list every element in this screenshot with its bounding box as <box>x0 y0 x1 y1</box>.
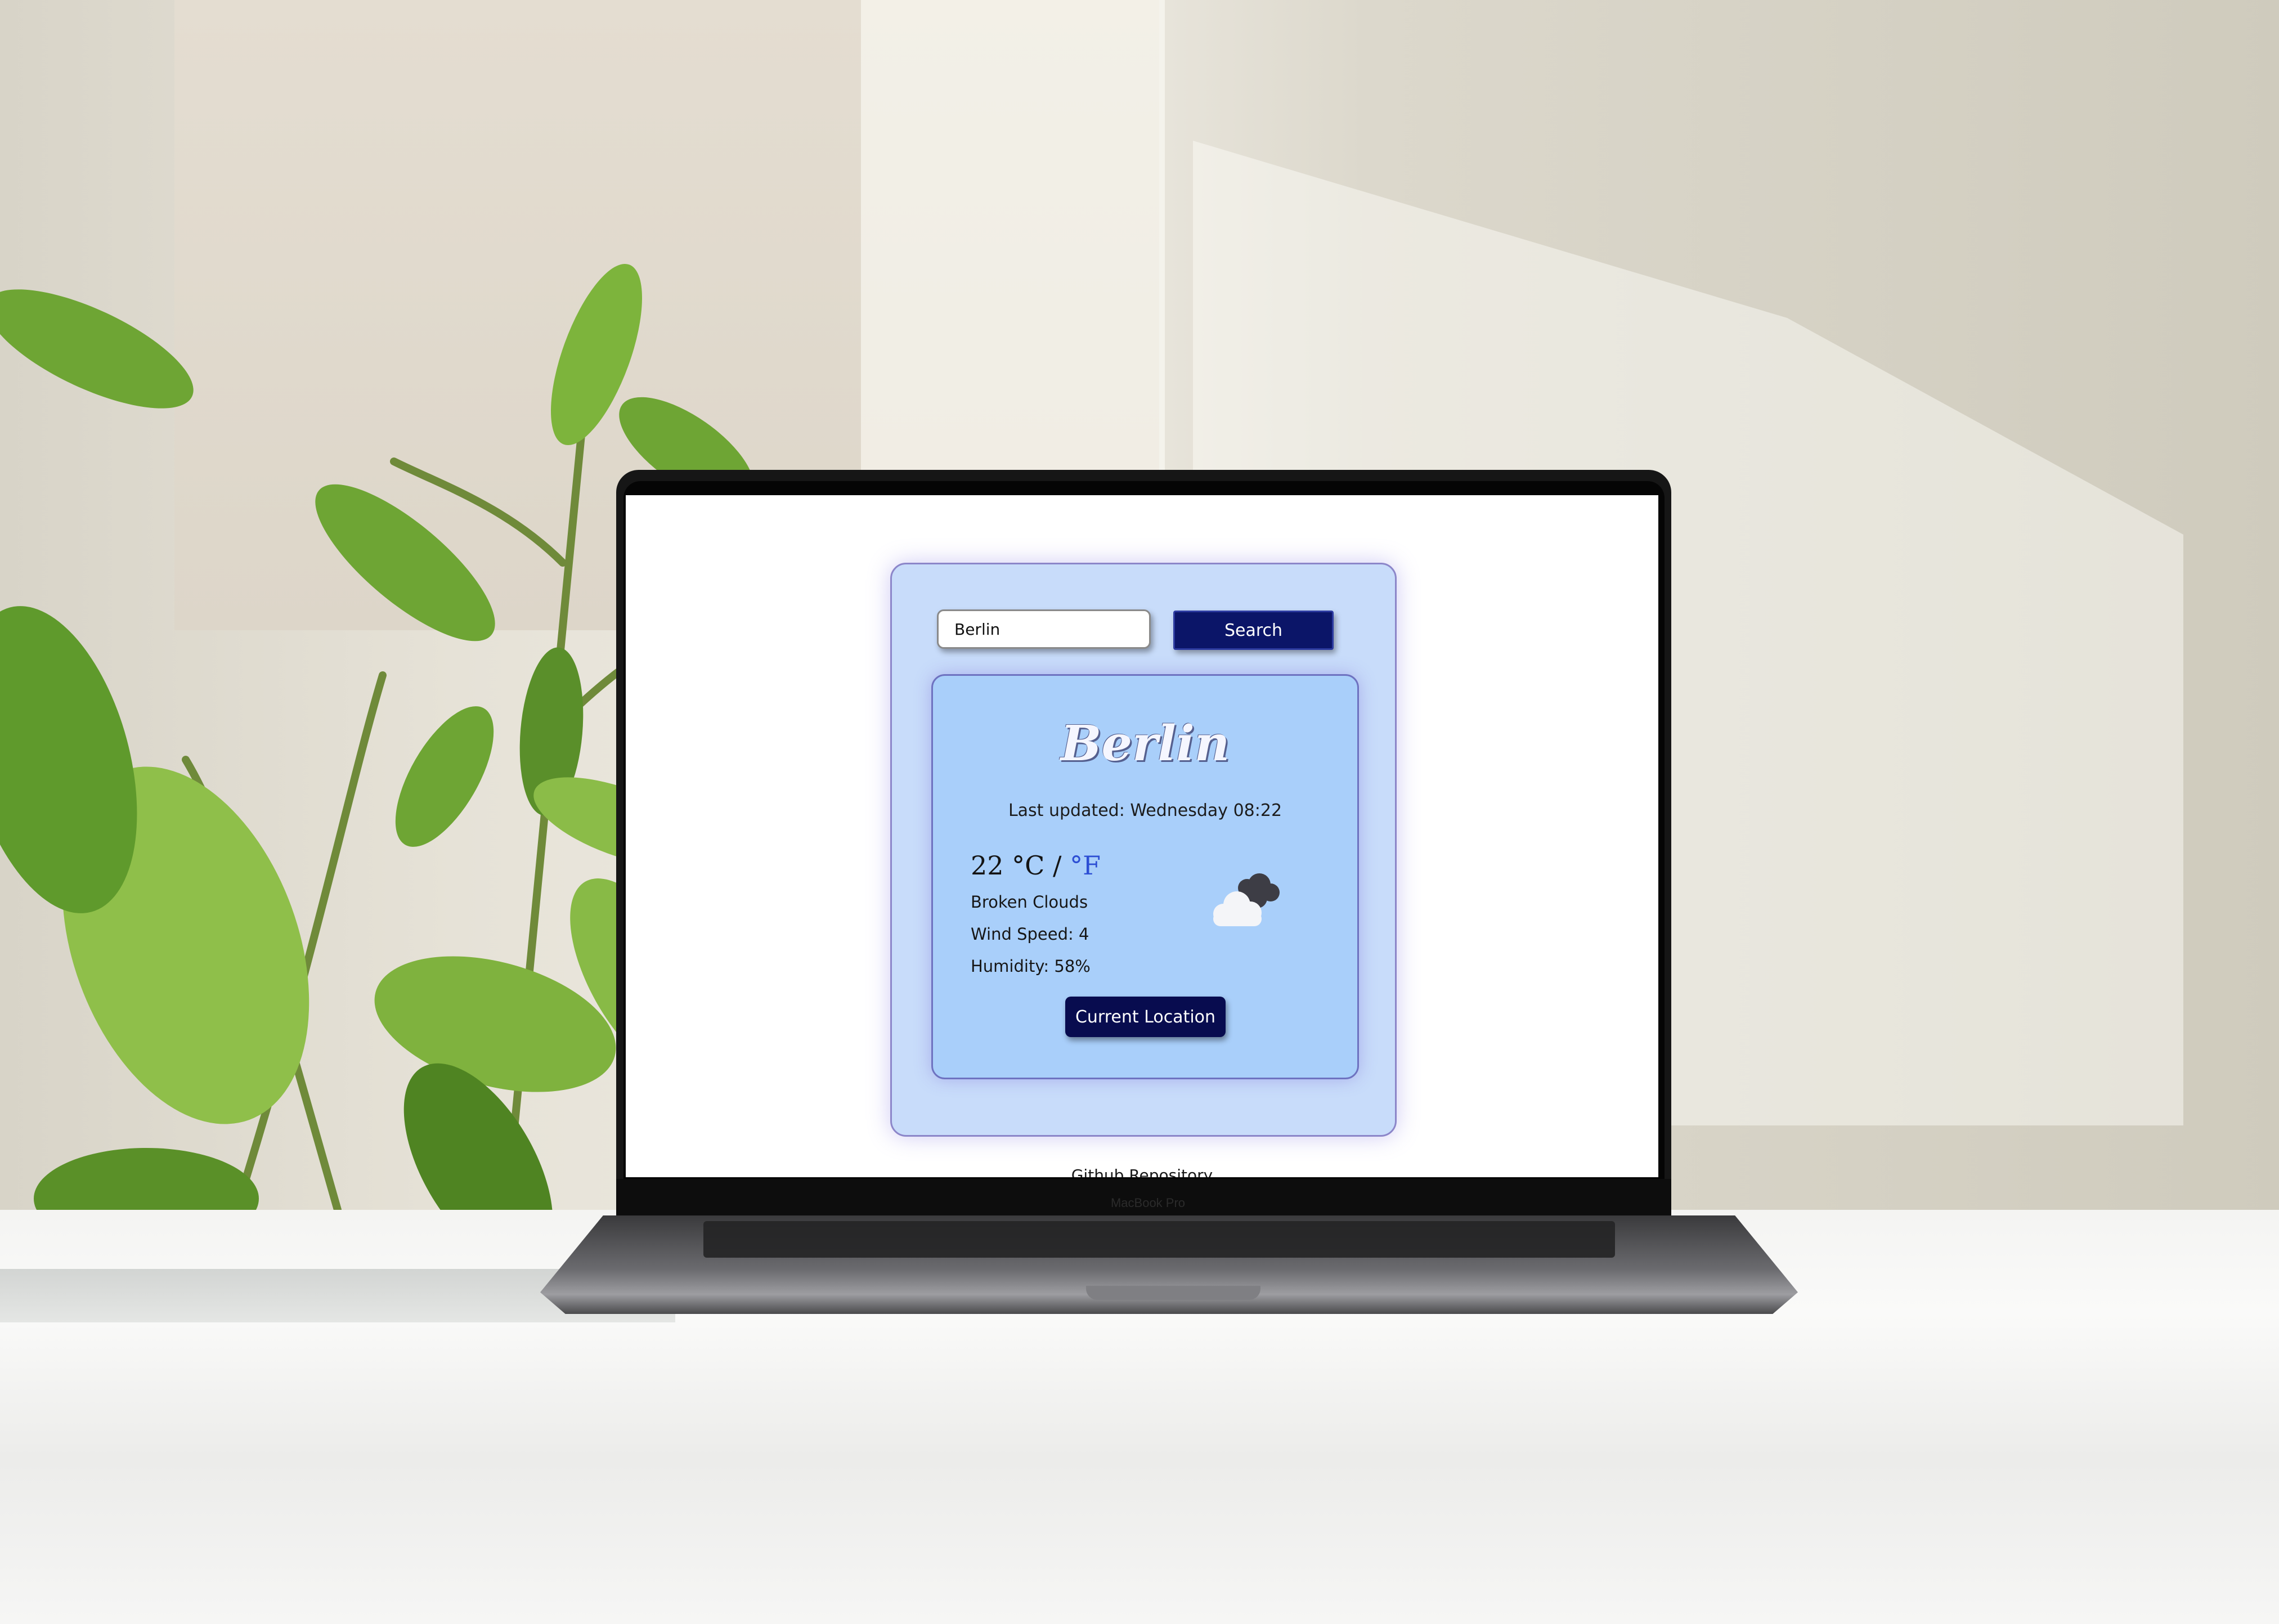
current-location-button[interactable]: Current Location <box>1065 997 1226 1037</box>
laptop-keyboard <box>703 1221 1615 1258</box>
city-search-input[interactable] <box>937 609 1151 649</box>
search-button[interactable]: Search <box>1173 611 1334 650</box>
laptop-brand-label: MacBook Pro <box>1110 1196 1186 1210</box>
fahrenheit-link[interactable]: °F <box>1070 850 1101 881</box>
temperature-value: 22 <box>971 850 1004 881</box>
celsius-unit[interactable]: °C <box>1012 850 1044 881</box>
city-name: Berlin <box>1060 715 1230 772</box>
laptop-notch <box>1086 1286 1260 1300</box>
humidity: Humidity: 58% <box>971 957 1091 976</box>
broken-clouds-icon <box>1213 873 1280 926</box>
temperature-row: 22 °C / °F <box>971 850 1101 881</box>
weather-app-card: Search Berlin Last updated: Wednesday 08… <box>890 563 1397 1137</box>
weather-description: Broken Clouds <box>971 892 1088 912</box>
unit-separator: / <box>1053 850 1062 881</box>
last-updated-text: Last updated: Wednesday 08:22 <box>1008 801 1282 820</box>
github-repository-link[interactable]: Github Repository <box>626 1166 1658 1177</box>
laptop-screen: Search Berlin Last updated: Wednesday 08… <box>626 495 1658 1177</box>
wind-speed: Wind Speed: 4 <box>971 925 1089 944</box>
weather-result-card: Berlin Last updated: Wednesday 08:22 22 … <box>931 674 1359 1079</box>
